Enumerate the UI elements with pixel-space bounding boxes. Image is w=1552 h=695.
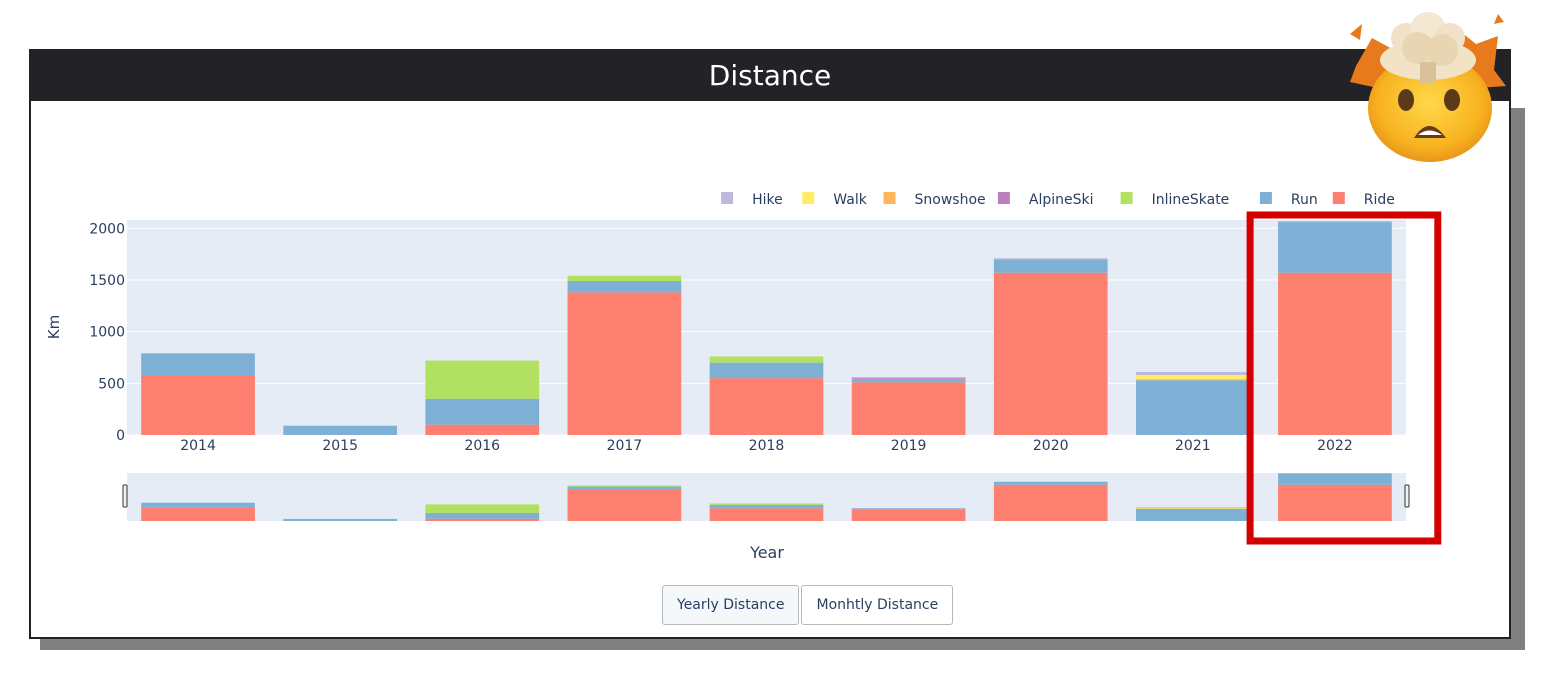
bar-run-2017[interactable] (567, 280, 682, 293)
range-bar-run-2019 (851, 508, 966, 510)
range-bar-run-2020 (993, 481, 1108, 485)
legend-item-walk[interactable]: Walk (833, 192, 867, 208)
range-bar-run-2018 (709, 504, 824, 509)
range-bar-run-2015 (283, 518, 398, 521)
x-tick-label: 2021 (1175, 438, 1211, 454)
range-bar-hike-2021 (1135, 506, 1250, 508)
bar-ride-2019[interactable] (851, 382, 966, 435)
bar-ride-2017[interactable] (567, 292, 682, 435)
legend-swatch-snowshoe[interactable] (883, 192, 896, 204)
range-bar-walk-2021 (1135, 507, 1250, 509)
bar-run-2018[interactable] (709, 362, 824, 379)
y-tick-label: 1500 (89, 273, 125, 289)
legend-swatch-inlineskate[interactable] (1120, 192, 1133, 204)
bar-ride-2018[interactable] (709, 378, 824, 435)
bar-run-2021[interactable] (1135, 380, 1250, 435)
range-bar-inlineskate-2017 (567, 485, 682, 487)
x-tick-label: 2019 (891, 438, 927, 454)
bar-run-2016[interactable] (425, 398, 540, 425)
bar-ride-2022[interactable] (1278, 272, 1392, 435)
bar-hike-2021[interactable] (1135, 371, 1250, 376)
range-bar-ride-2022 (1278, 484, 1392, 521)
legend-swatch-run[interactable] (1259, 192, 1272, 204)
range-bar-ride-2017 (567, 489, 682, 521)
x-axis-label: Year (749, 543, 784, 562)
bar-run-2014[interactable] (141, 353, 255, 376)
bar-run-2015[interactable] (283, 425, 398, 435)
bar-alpineski-2019[interactable] (851, 378, 966, 380)
y-tick-label: 0 (116, 428, 125, 444)
range-bar-run-2017 (567, 486, 682, 490)
range-bar-ride-2016 (425, 518, 540, 521)
legend-item-alpineski[interactable]: AlpineSki (1029, 192, 1094, 208)
x-tick-label: 2022 (1317, 438, 1353, 454)
y-tick-label: 1000 (89, 325, 125, 341)
x-tick-label: 2017 (607, 438, 643, 454)
y-tick-label: 2000 (89, 221, 125, 237)
monthly-distance-button[interactable]: Monhtly Distance (801, 585, 954, 625)
bar-ride-2020[interactable] (993, 272, 1108, 435)
legend-swatch-walk[interactable] (802, 192, 815, 204)
legend-item-inlineskate[interactable]: InlineSkate (1152, 192, 1230, 208)
legend-swatch-alpineski[interactable] (997, 192, 1010, 204)
bar-inlineskate-2016[interactable] (425, 360, 540, 399)
range-bar-ride-2019 (851, 509, 966, 521)
bar-run-2022[interactable] (1278, 222, 1392, 273)
bar-run-2019[interactable] (851, 379, 966, 383)
range-bar-run-2022 (1278, 473, 1392, 485)
range-handle-right[interactable] (1404, 484, 1410, 508)
range-handle-left[interactable] (122, 484, 128, 508)
bar-ride-2016[interactable] (425, 424, 540, 435)
bar-snowshoe-2021[interactable] (1135, 379, 1250, 381)
x-tick-label: 2016 (464, 438, 500, 454)
legend-item-hike[interactable]: Hike (752, 192, 783, 208)
legend-item-snowshoe[interactable]: Snowshoe (915, 192, 986, 208)
legend-item-ride[interactable]: Ride (1364, 192, 1395, 208)
x-tick-label: 2014 (180, 438, 216, 454)
x-tick-label: 2015 (322, 438, 358, 454)
view-toggle: Yearly Distance Monhtly Distance (662, 585, 954, 625)
bar-run-2020[interactable] (993, 259, 1108, 273)
range-bar-ride-2014 (141, 507, 255, 521)
bar-hike-2022[interactable] (1278, 221, 1392, 223)
range-bar-run-2014 (141, 502, 255, 508)
legend-swatch-hike[interactable] (721, 192, 734, 204)
range-bar-ride-2018 (709, 508, 824, 521)
bar-hike-2019[interactable] (851, 377, 966, 379)
range-bar-inlineskate-2018 (709, 503, 824, 505)
yearly-distance-button[interactable]: Yearly Distance (662, 585, 800, 625)
exploding-head-icon (1350, 12, 1506, 162)
range-bar-inlineskate-2016 (425, 504, 540, 513)
legend-item-run[interactable]: Run (1291, 192, 1318, 208)
range-bar-run-2021 (1135, 508, 1250, 521)
range-bar-ride-2020 (993, 484, 1108, 521)
bar-ride-2014[interactable] (141, 375, 255, 435)
x-tick-label: 2020 (1033, 438, 1069, 454)
y-axis-label: Km (45, 315, 63, 339)
bar-inlineskate-2018[interactable] (709, 356, 824, 363)
legend-swatch-ride[interactable] (1332, 192, 1345, 204)
bar-walk-2021[interactable] (1135, 375, 1250, 380)
bar-inlineskate-2017[interactable] (567, 275, 682, 281)
y-tick-label: 500 (98, 376, 125, 392)
bar-hike-2020[interactable] (993, 258, 1108, 260)
range-bar-run-2016 (425, 512, 540, 519)
x-tick-label: 2018 (749, 438, 785, 454)
